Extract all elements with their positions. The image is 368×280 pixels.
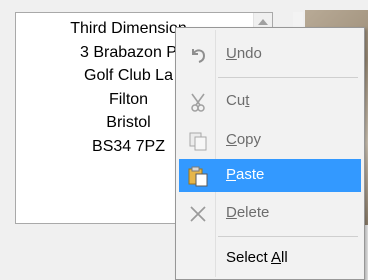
paste-icon	[188, 166, 208, 187]
menu-label-cut: Cut	[226, 92, 250, 109]
undo-icon	[192, 49, 206, 63]
menu-label-delete: Delete	[226, 204, 270, 221]
menu-item-select-all[interactable]: Select All	[179, 242, 361, 275]
menu-item-copy[interactable]: Copy	[179, 124, 361, 157]
menu-item-delete[interactable]: Delete	[179, 197, 361, 230]
menu-label-paste: Paste	[226, 166, 265, 183]
menu-item-cut[interactable]: Cut	[179, 85, 361, 118]
menu-label-select-all: Select All	[226, 249, 288, 266]
menu-label-copy: Copy	[226, 131, 262, 148]
delete-x-icon	[190, 206, 206, 222]
scissors-icon	[191, 93, 205, 112]
menu-separator	[218, 236, 358, 237]
menu-label-undo: Undo	[226, 45, 262, 62]
menu-item-paste[interactable]: Paste	[179, 159, 361, 192]
menu-separator	[218, 77, 358, 78]
scroll-up-arrow-icon[interactable]	[258, 19, 268, 25]
context-menu: Undo Cut Copy Paste Delete Select All	[175, 27, 365, 280]
menu-item-undo[interactable]: Undo	[179, 38, 361, 71]
copy-icon	[189, 132, 207, 151]
